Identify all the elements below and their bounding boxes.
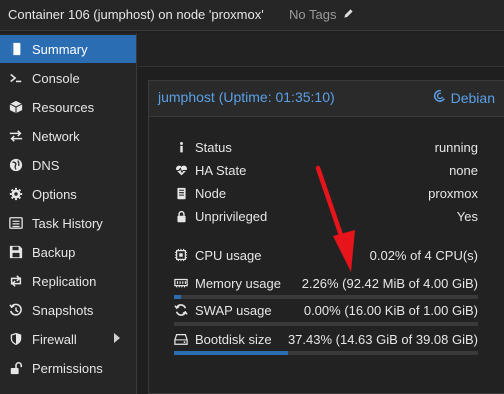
status-row: Status running (174, 138, 478, 156)
sidebar-item-snapshots[interactable]: Snapshots (0, 296, 136, 324)
sidebar-item-resources[interactable]: Resources (0, 93, 136, 121)
sidebar-item-dns[interactable]: DNS (0, 151, 136, 179)
sidebar-item-label: Replication (32, 273, 97, 289)
cpu-icon (174, 248, 188, 262)
sidebar-item-replication[interactable]: Replication (0, 267, 136, 295)
sidebar-item-label: Task History (32, 215, 103, 231)
memory-usage-bar-fill (174, 295, 181, 299)
chevron-right-icon[interactable] (114, 333, 120, 343)
book-icon (8, 41, 24, 57)
server-icon (174, 186, 188, 200)
page-title: Container 106 (jumphost) on node 'proxmo… (8, 7, 264, 22)
memory-usage-row: Memory usage 2.26% (92.42 MiB of 4.00 Gi… (174, 274, 478, 300)
bootdisk-usage-bar (174, 351, 478, 355)
status-label: Status (195, 139, 232, 155)
sidebar: Summary Console Resources Network DNS Op… (0, 33, 137, 394)
sidebar-item-task-history[interactable]: Task History (0, 209, 136, 237)
bootdisk-usage-row: Bootdisk size 37.43% (14.63 GiB of 39.08… (174, 330, 478, 356)
cpu-usage-row: CPU usage 0.02% of 4 CPU(s) (174, 246, 478, 272)
sidebar-item-label: Summary (32, 41, 88, 57)
sidebar-item-label: Options (32, 186, 77, 202)
swap-usage-row: SWAP usage 0.00% (16.00 KiB of 1.00 GiB) (174, 301, 478, 327)
swap-usage-bar (174, 322, 478, 326)
memory-icon (174, 276, 188, 290)
gear-icon (8, 186, 24, 202)
sidebar-item-firewall[interactable]: Firewall (0, 325, 136, 353)
ha-state-value: none (449, 162, 478, 178)
info-icon (174, 140, 188, 154)
refresh-icon (174, 303, 188, 317)
memory-usage-value: 2.26% (92.42 MiB of 4.00 GiB) (301, 275, 478, 291)
ha-state-row: HA State none (174, 161, 478, 179)
main-toolbar (138, 33, 504, 67)
os-label: Debian (433, 89, 495, 106)
sidebar-item-label: Console (32, 70, 80, 86)
unprivileged-label: Unprivileged (195, 208, 268, 224)
sidebar-item-options[interactable]: Options (0, 180, 136, 208)
retweet-icon (8, 273, 24, 289)
swap-usage-value: 0.00% (16.00 KiB of 1.00 GiB) (303, 302, 478, 318)
exchange-icon (8, 128, 24, 144)
tags-field[interactable]: No Tags (289, 7, 354, 22)
sidebar-item-network[interactable]: Network (0, 122, 136, 150)
os-name: Debian (450, 89, 495, 106)
history-icon (8, 302, 24, 318)
pencil-icon[interactable] (343, 7, 354, 22)
sidebar-item-label: Resources (32, 99, 95, 115)
debian-icon (433, 89, 451, 106)
shield-icon (8, 331, 24, 347)
lock-icon (174, 209, 188, 223)
unlock-icon (8, 360, 24, 376)
sidebar-item-summary[interactable]: Summary (0, 35, 136, 63)
sidebar-item-label: Permissions (32, 360, 103, 376)
unprivileged-value: Yes (456, 208, 478, 224)
cpu-usage-label: CPU usage (195, 247, 262, 263)
sidebar-item-label: Network (32, 128, 80, 144)
heartbeat-icon (174, 163, 188, 177)
cube-icon (8, 99, 24, 115)
node-row: Node proxmox (174, 184, 478, 202)
node-label: Node (195, 185, 227, 201)
node-value: proxmox (428, 185, 478, 201)
sidebar-item-console[interactable]: Console (0, 64, 136, 92)
bootdisk-usage-label: Bootdisk size (195, 331, 272, 347)
floppy-icon (8, 244, 24, 260)
sidebar-item-label: Backup (32, 244, 76, 260)
bootdisk-usage-bar-fill (174, 351, 288, 355)
globe-icon (8, 157, 24, 173)
panel-title: jumphost (Uptime: 01:35:10) (158, 89, 335, 105)
hdd-icon (174, 332, 188, 346)
sidebar-item-backup[interactable]: Backup (0, 238, 136, 266)
list-icon (8, 215, 24, 231)
memory-usage-label: Memory usage (195, 275, 281, 291)
status-value: running (434, 139, 478, 155)
sidebar-item-label: Snapshots (32, 302, 94, 318)
swap-usage-label: SWAP usage (195, 302, 272, 318)
tags-label: No Tags (289, 7, 337, 22)
terminal-icon (8, 70, 24, 86)
unprivileged-row: Unprivileged Yes (174, 207, 478, 225)
sidebar-item-label: DNS (32, 157, 60, 173)
sidebar-item-permissions[interactable]: Permissions (0, 354, 136, 382)
memory-usage-bar (174, 295, 478, 299)
bootdisk-usage-value: 37.43% (14.63 GiB of 39.08 GiB) (287, 331, 478, 347)
cpu-usage-value: 0.02% of 4 CPU(s) (369, 247, 478, 263)
sidebar-item-label: Firewall (32, 331, 77, 347)
top-bar: Container 106 (jumphost) on node 'proxmo… (0, 0, 504, 31)
ha-state-label: HA State (195, 162, 247, 178)
panel-header: jumphost (Uptime: 01:35:10) Debian (149, 81, 504, 117)
